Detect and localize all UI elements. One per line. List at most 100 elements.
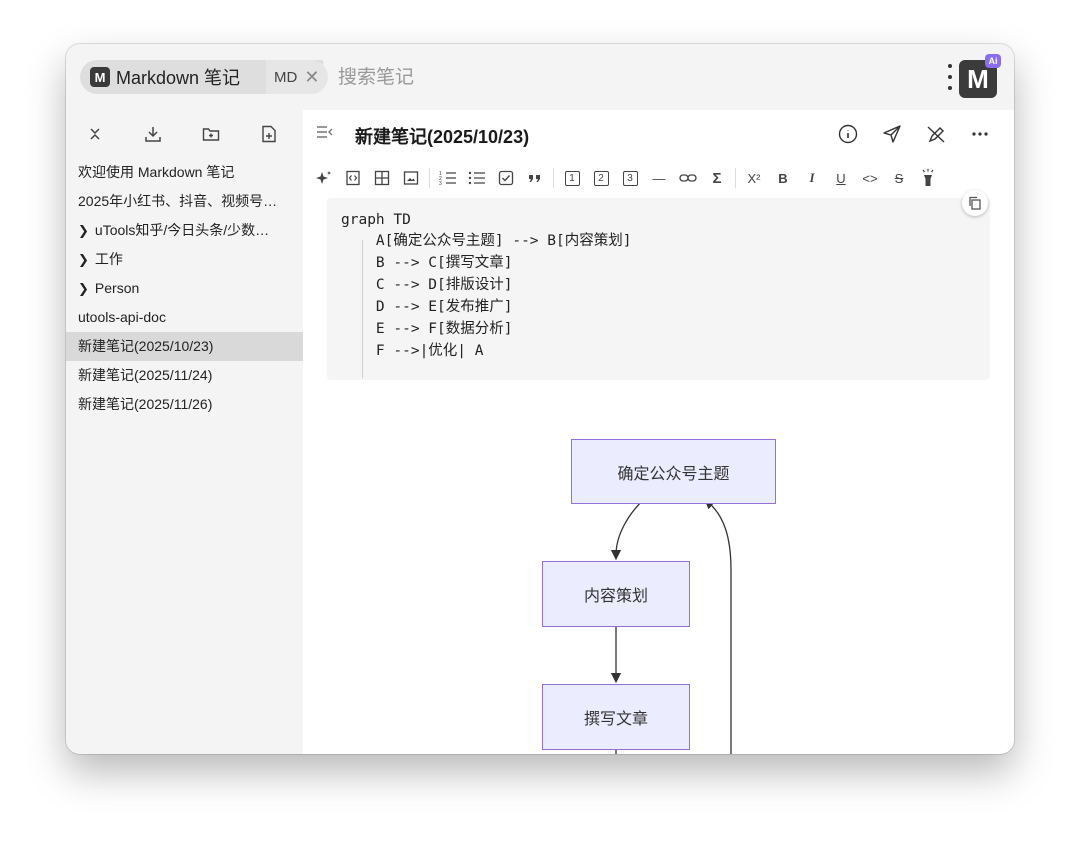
heading-2-button[interactable]: 2 — [590, 165, 612, 191]
ordered-list-button[interactable]: 123 — [437, 165, 459, 191]
mermaid-diagram: 确定公众号主题 内容策划 撰写文章 优化 — [303, 380, 1014, 754]
table-icon — [374, 170, 390, 186]
checkbox-icon — [498, 170, 514, 186]
info-icon — [838, 124, 858, 144]
mermaid-code-block[interactable]: graph TD A[确定公众号主题] --> B[内容策划] B --> C[… — [327, 190, 990, 380]
send-button[interactable] — [870, 120, 914, 148]
italic-button[interactable]: I — [801, 165, 823, 191]
sidebar: 欢迎使用 Markdown 笔记 2025年小红书、抖音、视频号… ❯ uTool… — [66, 110, 303, 754]
sidebar-toggle-icon[interactable] — [315, 124, 335, 140]
horizontal-rule-button[interactable]: — — [648, 165, 670, 191]
folder-item[interactable]: ❯ uTools知乎/今日头条/少数… — [66, 216, 303, 245]
sparkle-icon — [316, 171, 331, 184]
diagram-node: 确定公众号主题 — [571, 439, 776, 504]
bullet-list-button[interactable] — [466, 165, 488, 191]
search-input[interactable] — [336, 62, 860, 94]
code-line: D --> E[发布推广] — [341, 299, 513, 315]
inline-code-button[interactable]: <> — [859, 165, 881, 191]
note-item[interactable]: 新建笔记(2025/11/26) — [66, 390, 303, 419]
sidebar-toolbar — [66, 110, 303, 158]
chevron-right-icon: ❯ — [78, 252, 89, 267]
bold-button[interactable]: B — [772, 165, 794, 191]
collapse-all-button[interactable] — [66, 119, 124, 149]
superscript-button[interactable]: X² — [743, 165, 765, 191]
bullet-list-icon — [468, 171, 485, 185]
quote-button[interactable] — [524, 165, 546, 191]
table-button[interactable] — [371, 165, 393, 191]
note-item[interactable]: 新建笔记(2025/11/24) — [66, 361, 303, 390]
note-item[interactable]: utools-api-doc — [66, 303, 303, 332]
ai-badge: Ai — [985, 54, 1001, 68]
ordered-list-icon: 123 — [439, 171, 456, 186]
note-title-bar: 新建笔记(2025/10/23) — [303, 110, 1014, 158]
app-title: Markdown 笔记 — [116, 68, 241, 88]
app-window: M Markdown 笔记 MD ✕ M Ai 欢迎 — [66, 44, 1014, 754]
send-icon — [883, 125, 901, 143]
link-icon — [679, 174, 697, 182]
code-line: graph TD — [341, 212, 411, 228]
more-button[interactable] — [958, 120, 1002, 148]
source-code-button[interactable] — [342, 165, 364, 191]
import-button[interactable] — [124, 119, 182, 149]
code-line: C --> D[排版设计] — [341, 277, 513, 293]
note-item[interactable]: 2025年小红书、抖音、视频号… — [66, 187, 303, 216]
task-list-button[interactable] — [495, 165, 517, 191]
edit-toggle-button[interactable] — [914, 120, 958, 148]
ai-sparkle-button[interactable] — [313, 165, 335, 191]
note-item-label: 欢迎使用 Markdown 笔记 — [78, 164, 235, 180]
note-item-active[interactable]: 新建笔记(2025/10/23) — [66, 332, 303, 361]
strikethrough-button[interactable]: S — [888, 165, 910, 191]
heading-1-icon: 1 — [564, 170, 580, 186]
new-note-button[interactable] — [240, 119, 298, 149]
note-list: 欢迎使用 Markdown 笔记 2025年小红书、抖音、视频号… ❯ uTool… — [66, 158, 303, 419]
edge-a-b — [610, 499, 644, 561]
close-icon[interactable]: ✕ — [304, 67, 319, 88]
note-item[interactable]: 欢迎使用 Markdown 笔记 — [66, 158, 303, 187]
highlight-button[interactable] — [917, 165, 939, 191]
underline-button[interactable]: U — [830, 165, 852, 191]
code-line: F -->|优化| A — [341, 343, 484, 359]
heading-2-icon: 2 — [593, 170, 609, 186]
highlighter-icon — [922, 169, 934, 186]
md-tag-label: MD — [274, 68, 298, 86]
format-toolbar: 123 1 2 3 — Σ X² B I U <> S — [313, 160, 1013, 196]
heading-1-button[interactable]: 1 — [561, 165, 583, 191]
edge-f-a — [704, 498, 732, 754]
top-bar: M Markdown 笔记 MD ✕ M Ai — [66, 44, 1014, 110]
link-button[interactable] — [677, 165, 699, 191]
heading-3-button[interactable]: 3 — [619, 165, 641, 191]
copy-button[interactable] — [962, 190, 988, 216]
folder-item[interactable]: ❯ Person — [66, 274, 303, 303]
folder-item[interactable]: ❯ 工作 — [66, 245, 303, 274]
note-title[interactable]: 新建笔记(2025/10/23) — [355, 123, 529, 149]
more-vertical-icon[interactable] — [946, 64, 954, 90]
more-horizontal-icon — [972, 132, 988, 136]
info-button[interactable] — [826, 120, 870, 148]
note-item-label: 2025年小红书、抖音、视频号… — [78, 193, 278, 209]
code-view-icon — [346, 170, 360, 186]
note-item-label: 新建笔记(2025/11/26) — [78, 396, 213, 412]
toolbar-divider — [735, 168, 736, 188]
quote-icon — [529, 175, 540, 182]
math-button[interactable]: Σ — [706, 165, 728, 191]
chevron-right-icon: ❯ — [78, 281, 89, 296]
chevron-right-icon: ❯ — [78, 223, 89, 238]
md-tag-chip[interactable]: MD ✕ — [266, 60, 328, 94]
note-item-label: utools-api-doc — [78, 309, 166, 325]
note-item-label: 新建笔记(2025/10/23) — [78, 338, 214, 354]
diagram-node: 撰写文章 — [542, 684, 690, 750]
download-icon — [145, 127, 161, 142]
editor-pane: 新建笔记(2025/10/23) 1 2 3 1 2 3 — Σ X² B I … — [303, 110, 1014, 754]
folder-plus-icon — [202, 128, 220, 141]
folder-item-label: 工作 — [94, 251, 123, 267]
new-folder-button[interactable] — [182, 119, 240, 149]
folder-item-label: Person — [94, 280, 140, 296]
svg-text:3: 3 — [439, 181, 442, 186]
image-button[interactable] — [400, 165, 422, 191]
code-line: E --> F[数据分析] — [341, 321, 513, 337]
copy-icon — [969, 196, 981, 210]
image-icon — [403, 171, 419, 185]
note-item-label: 新建笔记(2025/11/24) — [78, 367, 213, 383]
code-line: A[确定公众号主题] --> B[内容策划] — [341, 233, 632, 249]
folder-item-label: uTools知乎/今日头条/少数… — [94, 222, 270, 238]
